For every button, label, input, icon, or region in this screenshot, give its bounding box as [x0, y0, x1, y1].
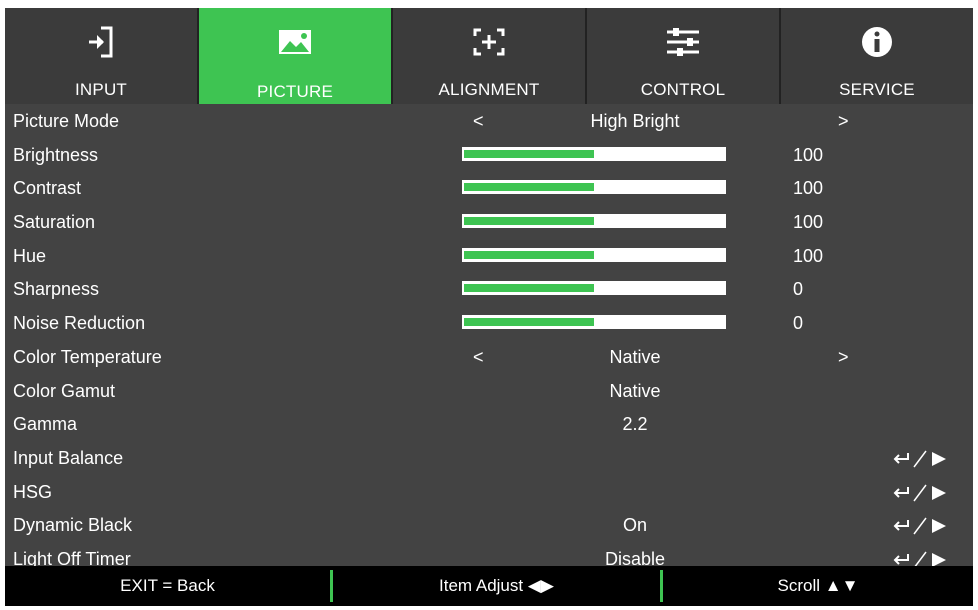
enter-submenu-icon[interactable] — [890, 483, 950, 503]
saturation-slider[interactable] — [462, 214, 726, 229]
osd-menu: INPUT PICTURE ALIGNMENT CONTROL SERVICE … — [5, 8, 973, 606]
tab-bar: INPUT PICTURE ALIGNMENT CONTROL SERVICE — [5, 8, 973, 104]
hue-label: Hue — [13, 245, 47, 266]
row-saturation[interactable]: Saturation 100 — [5, 206, 973, 240]
row-sharpness[interactable]: Sharpness 0 — [5, 273, 973, 307]
color-temperature-next-arrow[interactable]: > — [838, 347, 849, 368]
picture-mode-prev-arrow[interactable]: < — [473, 111, 484, 132]
brightness-label: Brightness — [13, 144, 99, 165]
picture-icon — [279, 30, 311, 54]
color-temperature-value: Native — [609, 346, 661, 367]
tab-service[interactable]: SERVICE — [781, 8, 973, 104]
tab-control-label: CONTROL — [640, 80, 726, 99]
color-gamut-value: Native — [609, 380, 661, 401]
sharpness-slider-fill — [464, 284, 594, 293]
dynamic-black-label: Dynamic Black — [13, 515, 133, 536]
contrast-slider[interactable] — [462, 180, 726, 195]
footer-bar: EXIT = Back Item Adjust ◀▶ Scroll ▲▼ — [5, 566, 973, 606]
tab-control[interactable]: CONTROL — [587, 8, 781, 104]
sharpness-label: Sharpness — [13, 279, 100, 300]
saturation-slider-fill — [464, 217, 594, 226]
hue-slider-fill — [464, 250, 594, 259]
saturation-value: 100 — [793, 212, 824, 233]
picture-mode-next-arrow[interactable]: > — [838, 111, 849, 132]
item-adjust-hint: Item Adjust ◀▶ — [439, 576, 554, 595]
control-icon — [667, 28, 699, 56]
row-brightness[interactable]: Brightness 100 — [5, 139, 973, 173]
row-hsg[interactable]: HSG — [5, 476, 973, 510]
picture-mode-value: High Bright — [590, 111, 680, 131]
row-gamma[interactable]: Gamma 2.2 — [5, 408, 973, 442]
row-noise-reduction[interactable]: Noise Reduction 0 — [5, 307, 973, 341]
gamma-label: Gamma — [13, 414, 78, 435]
exit-hint: EXIT = Back — [120, 576, 215, 595]
noise-reduction-label: Noise Reduction — [13, 313, 146, 334]
scroll-hint: Scroll ▲▼ — [777, 576, 859, 595]
color-gamut-label: Color Gamut — [13, 380, 116, 401]
picture-mode-label: Picture Mode — [13, 111, 120, 131]
tab-input[interactable]: INPUT — [5, 8, 199, 104]
contrast-label: Contrast — [13, 178, 82, 199]
input-balance-label: Input Balance — [13, 447, 124, 468]
enter-submenu-icon[interactable] — [890, 516, 950, 536]
hue-value: 100 — [793, 245, 824, 266]
brightness-value: 100 — [793, 144, 824, 165]
enter-submenu-icon[interactable] — [890, 449, 950, 469]
noise-reduction-slider[interactable] — [462, 315, 726, 330]
brightness-slider-fill — [464, 149, 594, 158]
tab-alignment-label: ALIGNMENT — [438, 80, 540, 99]
row-color-gamut[interactable]: Color Gamut Native — [5, 375, 973, 409]
alignment-icon — [473, 28, 505, 56]
dynamic-black-value: On — [622, 515, 647, 536]
menu-list: Picture Mode < High Bright > Brightness … — [5, 105, 973, 577]
sharpness-slider[interactable] — [462, 281, 726, 296]
row-contrast[interactable]: Contrast 100 — [5, 172, 973, 206]
service-icon — [862, 27, 892, 57]
hsg-label: HSG — [13, 481, 53, 502]
row-dynamic-black[interactable]: Dynamic Black On — [5, 509, 973, 543]
row-input-balance[interactable]: Input Balance — [5, 442, 973, 476]
contrast-value: 100 — [793, 178, 824, 199]
row-hue[interactable]: Hue 100 — [5, 240, 973, 274]
color-temperature-label: Color Temperature — [13, 346, 162, 367]
noise-reduction-slider-fill — [464, 318, 594, 327]
color-temperature-prev-arrow[interactable]: < — [473, 347, 484, 368]
row-picture-mode[interactable]: Picture Mode < High Bright > — [5, 105, 973, 139]
tab-alignment[interactable]: ALIGNMENT — [393, 8, 587, 104]
noise-reduction-value: 0 — [793, 313, 804, 334]
input-icon — [89, 26, 113, 58]
row-color-temperature[interactable]: Color Temperature < Native > — [5, 341, 973, 375]
tab-picture-label: PICTURE — [256, 82, 334, 101]
contrast-slider-fill — [464, 183, 594, 192]
tab-input-label: INPUT — [75, 80, 127, 99]
gamma-value: 2.2 — [622, 414, 648, 435]
tab-service-label: SERVICE — [839, 80, 915, 99]
hue-slider[interactable] — [462, 247, 726, 262]
tab-picture[interactable]: PICTURE — [199, 8, 393, 104]
brightness-slider[interactable] — [462, 146, 726, 161]
saturation-label: Saturation — [13, 212, 96, 233]
sharpness-value: 0 — [793, 279, 804, 300]
